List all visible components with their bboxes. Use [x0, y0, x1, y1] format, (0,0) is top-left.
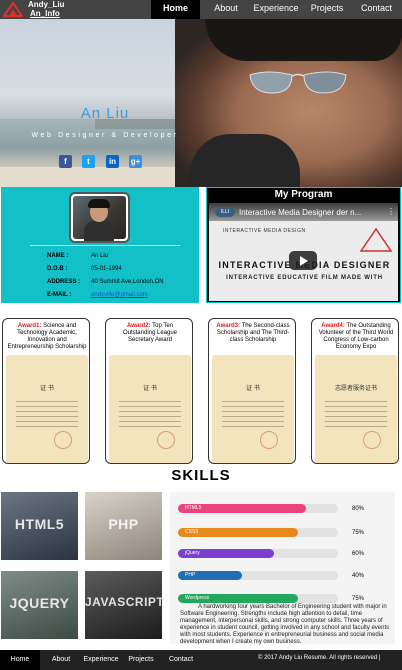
program-panel: My Program INTERACTIVE MEDIA DESIGN INTE… [206, 187, 401, 303]
more-options-icon[interactable]: ⋮ [387, 207, 395, 216]
skill-bar-fill: CSS3 [178, 528, 298, 537]
video-player[interactable]: INTERACTIVE MEDIA DESIGN INTERACTIVE MED… [209, 203, 398, 301]
nav-home[interactable]: Home [151, 0, 200, 19]
hero-role: Web Designer & Developer [31, 132, 179, 139]
profile-name-label: NAME : [47, 253, 69, 259]
profile-address-value: 40 Summit Ave,London,ON [91, 279, 164, 285]
skill-bar-name: PHP [185, 572, 196, 578]
facebook-icon[interactable]: f [59, 155, 72, 168]
skill-bar-percent: 60% [352, 551, 365, 557]
top-navbar: Andy_Liu An_Info Home About Experience P… [0, 0, 402, 19]
skill-bar-fill: HTML5 [178, 504, 306, 513]
brand-name[interactable]: Andy_Liu [28, 0, 64, 9]
logo-icon[interactable] [3, 1, 23, 17]
skills-description: A hardworking four years Bachelor of Eng… [180, 604, 390, 645]
award-tag: Award1: [17, 323, 42, 329]
video-title[interactable]: Interactive Media Designer der n... [239, 208, 379, 217]
skill-bar-percent: 75% [352, 530, 365, 536]
nav-contact[interactable]: Contact [355, 0, 398, 19]
linkedin-icon[interactable]: in [106, 155, 119, 168]
avatar [69, 192, 130, 243]
award-card[interactable]: Award3: The Second-class Scholarship and… [208, 318, 296, 464]
profile-dob-value: 05-01-1994 [91, 266, 122, 272]
skill-bar-name: jQuery [185, 550, 200, 556]
video-subline: INTERACTIVE EDUCATIVE FILM MADE WITH [226, 275, 383, 281]
certificate-title: 证 书 [143, 386, 157, 392]
award-tag: Award2: [126, 323, 151, 329]
skill-bar-percent: 40% [352, 573, 365, 579]
skill-tile-label: JAVASCRIPT [85, 595, 162, 609]
skill-bar-fill: jQuery [178, 549, 274, 558]
profile-address-label: ADDRESS : [47, 279, 81, 285]
certificate-title: 证 书 [246, 386, 260, 392]
skill-bar-percent: 80% [352, 506, 365, 512]
footer-nav-about[interactable]: About [44, 650, 78, 670]
google-plus-icon[interactable]: g+ [129, 155, 142, 168]
profile-name-value: An Liu [91, 253, 109, 259]
certificate-image: 证 书 [6, 355, 88, 463]
profile-divider [30, 245, 180, 246]
skill-bar-name: HTML5 [185, 505, 202, 511]
award-card[interactable]: Award4: The Outstanding Volunteer of the… [311, 318, 399, 464]
skill-bar-name: Wordpress [185, 595, 210, 601]
award-tag: Award4: [321, 323, 345, 329]
certificate-image: 证 书 [212, 355, 294, 463]
skill-bar-percent: 75% [352, 596, 365, 602]
play-icon [300, 256, 308, 266]
award-card[interactable]: Award2: Top Ten Outstanding League Secre… [105, 318, 193, 464]
sunglasses-icon [249, 71, 347, 94]
skills-title: SKILLS [171, 467, 231, 484]
skill-bar-track: jQuery [178, 549, 338, 558]
video-channel-logo[interactable]: ILLI [215, 207, 235, 217]
play-button[interactable] [289, 251, 317, 270]
certificate-title: 证 书 [40, 386, 54, 392]
certificate-image: 证 书 [109, 355, 191, 463]
profile-dob-label: D.O.B : [47, 266, 68, 272]
footer-nav-projects[interactable]: Projects [124, 650, 158, 670]
nav-experience[interactable]: Experience [252, 0, 300, 19]
footer-nav-home[interactable]: Home [0, 650, 40, 670]
video-graphic-icon [359, 227, 393, 252]
nav-about[interactable]: About [207, 0, 245, 19]
skill-tile-label: PHP [108, 516, 139, 532]
hero-name: An Liu [80, 105, 130, 122]
profile-email-label: E-MAIL : [47, 292, 72, 298]
footer-nav-experience[interactable]: Experience [81, 650, 121, 670]
skill-tile-label: HTML5 [14, 516, 65, 532]
skill-tile-jquery[interactable]: JQUERY [1, 571, 78, 639]
video-caption-small: INTERACTIVE MEDIA DESIGN [223, 228, 306, 234]
skill-bar-track: Wordpress [178, 594, 338, 603]
skill-bar-track: CSS3 [178, 528, 338, 537]
footer-nav-contact[interactable]: Contact [162, 650, 200, 670]
twitter-icon[interactable]: t [82, 155, 95, 168]
skill-tile-php[interactable]: PHP [85, 492, 162, 560]
skill-tile-label: JQUERY [9, 595, 70, 611]
award-tag: Award3: [216, 323, 240, 329]
certificate-title: 志愿者服务证书 [334, 386, 377, 392]
hero-portrait-shirt [190, 134, 300, 187]
profile-email-link[interactable]: andyville@gmail.com [91, 292, 148, 298]
program-title: My Program [274, 189, 333, 200]
skill-bar-track: HTML5 [178, 504, 338, 513]
brand-info[interactable]: An_Info [30, 9, 60, 18]
skill-bar-fill: Wordpress [178, 594, 298, 603]
skill-tile-html5[interactable]: HTML5 [1, 492, 78, 560]
skill-tile-javascript[interactable]: JAVASCRIPT [85, 571, 162, 639]
skill-bar-track: PHP [178, 571, 338, 580]
certificate-image: 志愿者服务证书 [315, 355, 397, 463]
award-card[interactable]: Award1: Science and Technology Academic,… [2, 318, 90, 464]
nav-projects[interactable]: Projects [306, 0, 348, 19]
skill-bar-name: CSS3 [185, 529, 199, 535]
copyright: © 2017 Andy Liu Resume. All rights reser… [258, 655, 381, 661]
skill-bar-fill: PHP [178, 571, 242, 580]
hero-portrait-hair [205, 19, 402, 61]
